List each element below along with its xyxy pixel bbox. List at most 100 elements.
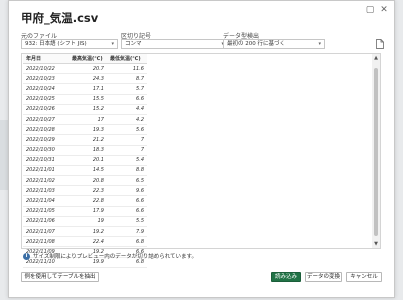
table-row: 2022/11/03 22.3 9.6 — [23, 185, 147, 197]
table-cell: 2022/10/23 — [23, 73, 69, 85]
table-cell: 6.6 — [107, 94, 147, 105]
restore-icon[interactable]: ▢ — [364, 4, 376, 16]
scroll-up-icon[interactable]: ▲ — [372, 55, 380, 61]
chevron-down-icon: ▾ — [111, 41, 114, 47]
table-cell: 2022/11/01 — [23, 165, 69, 177]
table-cell: 5.7 — [107, 83, 147, 95]
preview-table: 年月日 最高気温(℃) 最低気温(℃) 2022/10/22 20.7 11.6 20… — [23, 54, 147, 268]
table-row: 2022/11/07 19.2 7.9 — [23, 226, 147, 238]
table-cell: 19 — [69, 216, 107, 228]
table-cell: 24.3 — [69, 73, 107, 85]
table-cell: 20.7 — [69, 63, 107, 75]
table-cell: 7 — [107, 145, 147, 156]
table-cell: 2022/10/26 — [23, 104, 69, 115]
vertical-scrollbar[interactable]: ▲ ▼ — [372, 54, 380, 248]
table-cell: 21.2 — [69, 134, 107, 146]
table-row: 2022/10/25 15.5 6.6 — [23, 94, 147, 105]
table-row: 2022/10/28 19.3 5.6 — [23, 124, 147, 136]
scrollbar-thumb[interactable] — [374, 68, 378, 236]
table-cell: 2022/10/22 — [23, 63, 69, 75]
table-cell: 2022/11/05 — [23, 206, 69, 217]
document-icon[interactable] — [376, 39, 384, 49]
dialog-title: 甲府_気温.csv — [21, 11, 99, 25]
table-row: 2022/11/01 14.5 8.8 — [23, 165, 147, 177]
table-row: 2022/10/27 17 4.2 — [23, 114, 147, 126]
table-cell: 22.8 — [69, 195, 107, 207]
table-cell: 9.6 — [107, 185, 147, 197]
table-cell: 6.5 — [107, 175, 147, 187]
table-row: 2022/11/05 17.9 6.6 — [23, 206, 147, 217]
table-cell: 2022/11/03 — [23, 185, 69, 197]
table-row: 2022/11/08 22.4 6.8 — [23, 236, 147, 248]
table-cell: 22.4 — [69, 236, 107, 248]
table-cell: 2022/10/25 — [23, 94, 69, 105]
data-preview: 年月日 最高気温(℃) 最低気温(℃) 2022/10/22 20.7 11.6 20… — [21, 53, 381, 268]
table-cell: 14.5 — [69, 165, 107, 177]
table-cell: 20.1 — [69, 155, 107, 166]
table-cell: 11.6 — [107, 63, 147, 75]
table-header-row: 年月日 最高気温(℃) 最低気温(℃) — [23, 54, 147, 64]
file-origin-value: 932: 日本語 (シフト JIS) — [25, 41, 87, 47]
table-cell: 7.9 — [107, 226, 147, 238]
table-row: 2022/11/06 19 5.5 — [23, 216, 147, 228]
table-cell: 19.3 — [69, 124, 107, 136]
scroll-down-icon[interactable]: ▼ — [372, 241, 380, 247]
table-row: 2022/10/26 15.2 4.4 — [23, 104, 147, 115]
table-cell: 2022/10/28 — [23, 124, 69, 136]
table-cell: 17.9 — [69, 206, 107, 217]
csv-import-dialog: ▢ ✕ 甲府_気温.csv 元のファイル 932: 日本語 (シフト JIS) … — [8, 0, 395, 298]
table-cell: 19.2 — [69, 226, 107, 238]
table-cell: 5.6 — [107, 124, 147, 136]
delimiter-value: コンマ — [125, 41, 142, 47]
transform-data-button[interactable]: データの変換 — [305, 272, 342, 282]
close-icon[interactable]: ✕ — [378, 4, 390, 16]
table-cell: 22.3 — [69, 185, 107, 197]
table-row: 2022/11/04 22.8 6.6 — [23, 195, 147, 207]
truncation-notice: i サイズ制限によりプレビュー内のデータが切り詰められています。 — [23, 252, 197, 260]
table-cell: 5.5 — [107, 216, 147, 228]
column-header: 最高気温(℃) — [69, 54, 107, 64]
table-cell: 2022/11/06 — [23, 216, 69, 228]
table-cell: 17 — [69, 114, 107, 126]
chevron-down-icon: ▾ — [318, 41, 321, 47]
load-button[interactable]: 読み込み — [271, 272, 301, 282]
table-cell: 15.2 — [69, 104, 107, 115]
table-cell: 20.8 — [69, 175, 107, 187]
table-cell: 2022/10/27 — [23, 114, 69, 126]
table-cell: 2022/11/02 — [23, 175, 69, 187]
table-cell: 2022/10/24 — [23, 83, 69, 95]
table-row: 2022/10/22 20.7 11.6 — [23, 63, 147, 75]
info-message: サイズ制限によりプレビュー内のデータが切り詰められています。 — [33, 254, 198, 260]
table-cell: 6.6 — [107, 195, 147, 207]
table-cell: 2022/10/29 — [23, 134, 69, 146]
table-row: 2022/10/24 17.1 5.7 — [23, 83, 147, 95]
table-cell: 18.3 — [69, 145, 107, 156]
table-cell: 2022/10/30 — [23, 145, 69, 156]
file-origin-select[interactable]: 932: 日本語 (シフト JIS) ▾ — [21, 39, 118, 49]
table-cell: 2022/10/31 — [23, 155, 69, 166]
table-cell: 7 — [107, 134, 147, 146]
table-cell: 5.4 — [107, 155, 147, 166]
table-cell: 8.7 — [107, 73, 147, 85]
cancel-button[interactable]: キャンセル — [346, 272, 382, 282]
column-header: 年月日 — [23, 54, 69, 64]
table-cell: 6.6 — [107, 206, 147, 217]
table-cell: 2022/11/04 — [23, 195, 69, 207]
table-cell: 8.8 — [107, 165, 147, 177]
table-cell: 4.4 — [107, 104, 147, 115]
delimiter-select[interactable]: コンマ ▾ — [121, 39, 228, 49]
extract-table-button[interactable]: 例を使用してテーブルを抽出 — [21, 272, 99, 282]
background-window-edge — [0, 120, 8, 190]
type-detection-select[interactable]: 最初の 200 行に基づく ▾ — [223, 39, 325, 49]
table-row: 2022/10/23 24.3 8.7 — [23, 73, 147, 85]
table-row: 2022/10/30 18.3 7 — [23, 145, 147, 156]
type-detection-value: 最初の 200 行に基づく — [227, 41, 285, 47]
table-row: 2022/10/29 21.2 7 — [23, 134, 147, 146]
column-header: 最低気温(℃) — [107, 54, 147, 64]
table-cell: 4.2 — [107, 114, 147, 126]
table-row: 2022/11/02 20.8 6.5 — [23, 175, 147, 187]
table-cell: 2022/11/08 — [23, 236, 69, 248]
info-icon: i — [23, 252, 30, 260]
table-cell: 2022/11/07 — [23, 226, 69, 238]
table-row: 2022/10/31 20.1 5.4 — [23, 155, 147, 166]
